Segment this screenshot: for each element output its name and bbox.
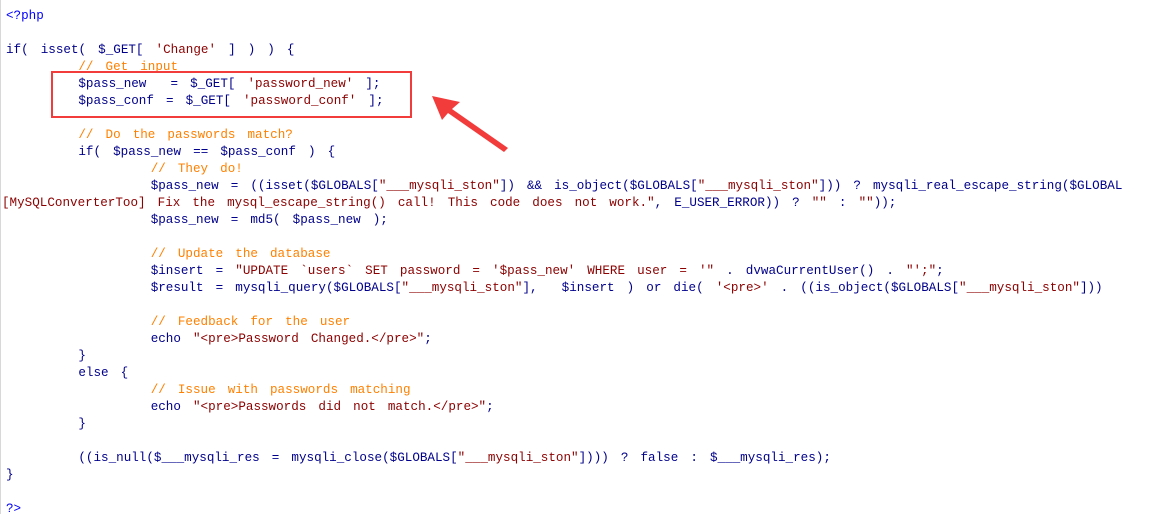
code-line: $result = mysqli_query($GLOBALS["___mysq… xyxy=(6,280,1103,297)
code-token: else { xyxy=(6,366,129,380)
code-token: "UPDATE `users` SET password = '$pass_ne… xyxy=(235,264,715,278)
code-line: } xyxy=(6,416,86,433)
code-token: ])) ? mysqli_real_escape_string($GLOBAL xyxy=(818,179,1123,193)
code-line: if( isset( $_GET[ 'Change' ] ) ) { xyxy=(6,42,294,59)
code-line: [MySQLConverterToo] Fix the mysql_escape… xyxy=(2,195,896,212)
code-token: if( xyxy=(6,43,41,57)
code-line: $pass_new = ((isset($GLOBALS["___mysqli_… xyxy=(6,178,1123,195)
code-token: "" xyxy=(811,196,827,210)
code-token: [MySQLConverterToo] Fix the mysql_escape… xyxy=(2,196,655,210)
code-token: ])) xyxy=(1079,281,1103,295)
code-token: // Feedback for the user xyxy=(6,315,351,329)
code-token: ((is_null($___mysqli_res = mysqli_close(… xyxy=(6,451,458,465)
code-line: echo "<pre>Password Changed.</pre>"; xyxy=(6,331,432,348)
code-token: '<pre>' xyxy=(715,281,769,295)
code-token: } xyxy=(6,417,86,431)
code-line: // Feedback for the user xyxy=(6,314,350,331)
code-line: else { xyxy=(6,365,128,382)
code-token: ], $insert ) or die( xyxy=(522,281,716,295)
code-token: ]))) ? false : $___mysqli_res); xyxy=(578,451,831,465)
code-token: "';" xyxy=(905,264,937,278)
code-line: <?php xyxy=(6,8,44,25)
code-token: $_GET[ xyxy=(98,43,156,57)
code-token: echo xyxy=(6,400,193,414)
code-token: } xyxy=(6,349,86,363)
code-editor[interactable]: <?php if( isset( $_GET[ 'Change' ] ) ) { … xyxy=(0,0,1168,514)
code-line: if( $pass_new == $pass_conf ) { xyxy=(6,144,335,161)
code-token: ; xyxy=(936,264,944,278)
code-token: , E_USER_ERROR)) ? xyxy=(654,196,812,210)
code-token: 'Change' xyxy=(155,43,217,57)
code-token: "<pre>Passwords did not match.</pre>" xyxy=(192,400,487,414)
code-token: // Issue with passwords matching xyxy=(6,383,411,397)
code-line: $insert = "UPDATE `users` SET password =… xyxy=(6,263,944,280)
code-token: $pass_new = ((isset($GLOBALS[ xyxy=(6,179,379,193)
code-token: isset( xyxy=(40,43,99,57)
code-token: "___mysqli_ston" xyxy=(401,281,523,295)
code-line: ((is_null($___mysqli_res = mysqli_close(… xyxy=(6,450,831,467)
editor-left-edge xyxy=(0,0,1,514)
code-line: ?> xyxy=(6,501,21,514)
code-token: // Update the database xyxy=(6,247,331,261)
code-token: $insert = xyxy=(6,264,236,278)
code-token: . dvwaCurrentUser() . xyxy=(714,264,906,278)
code-token: ; xyxy=(486,400,494,414)
code-token: } xyxy=(6,468,14,482)
code-token: if( $pass_new == $pass_conf ) { xyxy=(6,145,336,159)
code-token: ; xyxy=(424,332,432,346)
code-token: )); xyxy=(873,196,897,210)
code-line: // Update the database xyxy=(6,246,331,263)
code-line: } xyxy=(6,467,14,484)
code-token: echo xyxy=(6,332,193,346)
code-token: // Do the passwords match? xyxy=(6,128,293,142)
code-token: // They do! xyxy=(6,162,243,176)
code-line: echo "<pre>Passwords did not match.</pre… xyxy=(6,399,494,416)
code-token: "<pre>Password Changed.</pre>" xyxy=(192,332,425,346)
code-token: ?> xyxy=(6,502,22,514)
code-line: } xyxy=(6,348,86,365)
code-token: "___mysqli_ston" xyxy=(959,281,1080,295)
code-token: "___mysqli_ston" xyxy=(697,179,819,193)
code-token: ] ) ) { xyxy=(216,43,295,57)
code-token: "___mysqli_ston" xyxy=(457,451,579,465)
code-token: "" xyxy=(858,196,874,210)
code-line: $pass_new = md5( $pass_new ); xyxy=(6,212,388,229)
code-token: "___mysqli_ston" xyxy=(378,179,500,193)
code-token: $pass_new = md5( $pass_new ); xyxy=(6,213,388,227)
code-token: <?php xyxy=(6,9,44,23)
code-line: // They do! xyxy=(6,161,243,178)
code-line: // Do the passwords match? xyxy=(6,127,293,144)
code-token: : xyxy=(826,196,859,210)
code-token: $result = mysqli_query($GLOBALS[ xyxy=(6,281,402,295)
code-token: . ((is_object($GLOBALS[ xyxy=(768,281,960,295)
annotation-highlight-box xyxy=(51,71,412,118)
code-token: ]) && is_object($GLOBALS[ xyxy=(499,179,698,193)
code-line: // Issue with passwords matching xyxy=(6,382,411,399)
annotation-arrow-icon xyxy=(432,96,508,152)
